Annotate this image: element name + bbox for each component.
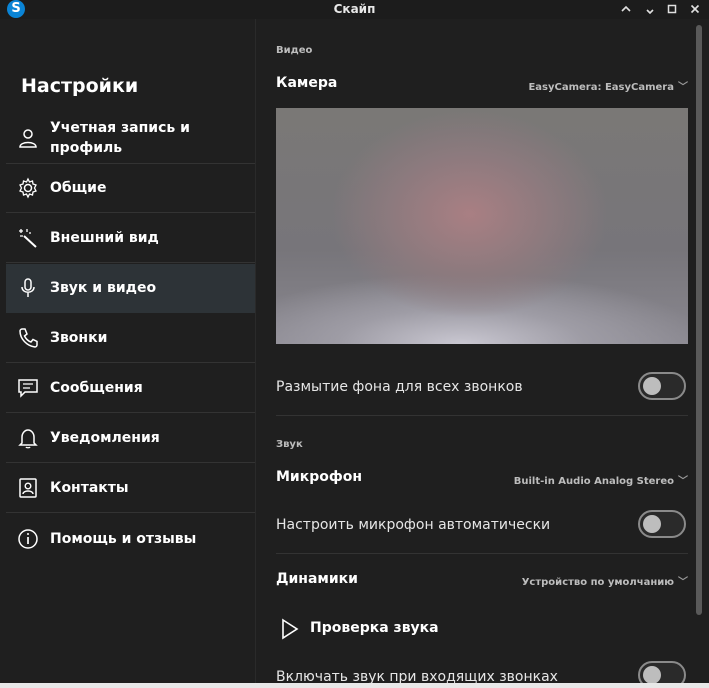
sidebar-item-calls[interactable]: Звонки [6,314,255,363]
camera-preview [276,108,688,344]
close-icon [690,4,700,14]
gear-icon [19,177,37,199]
skype-window: S Скайп Настройки Учетная запись и профи… [0,0,709,688]
background-window-strip [0,683,709,688]
camera-dropdown[interactable]: EasyCamera: EasyCamera ﹀ [528,78,688,93]
minimize-button[interactable] [615,0,637,19]
speakers-label: Динамики [276,571,358,587]
minimize-icon [646,9,654,15]
toggle-knob [643,666,661,684]
sidebar-item-label: Звонки [50,330,108,346]
sidebar-item-label: Общие [50,180,107,196]
speakers-dropdown[interactable]: Устройство по умолчанию ﹀ [522,573,688,588]
auto-mic-toggle[interactable] [638,510,686,538]
speakers-value: Устройство по умолчанию [521,577,674,588]
microphone-dropdown[interactable]: Built-in Audio Analog Stereo ﹀ [514,472,688,487]
settings-sidebar: Настройки Учетная запись и профиль Общие… [6,19,255,688]
sidebar-item-label: Внешний вид [50,230,159,246]
test-sound-label: Проверка звука [310,620,439,636]
blur-background-label: Размытие фона для всех звонков [276,379,523,395]
person-icon [19,129,37,148]
toggle-knob [643,515,661,533]
sidebar-item-general[interactable]: Общие [6,164,255,213]
play-icon [282,618,299,640]
bell-icon [18,429,38,449]
sidebar-item-label: Уведомления [50,430,160,446]
sidebar-item-appearance[interactable]: Внешний вид [6,214,255,263]
microphone-value: Built-in Audio Analog Stereo [513,476,674,487]
toggle-knob [643,377,661,395]
magic-wand-icon [19,229,37,248]
sidebar-item-notifications[interactable]: Уведомления [6,414,255,463]
sidebar-item-messages[interactable]: Сообщения [6,364,255,413]
camera-label: Камера [276,75,338,91]
sound-section-header: Звук [276,439,303,450]
sidebar-item-label: Учетная запись и профиль [50,120,190,156]
sidebar-item-label: Помощь и отзывы [50,530,197,547]
sidebar-item-audio-video[interactable]: Звук и видео [6,264,255,313]
chevron-down-icon: ﹀ [678,476,688,487]
test-sound-button[interactable]: Проверка звука [276,617,476,641]
sidebar-item-label: Сообщения [50,380,143,396]
camera-value: EasyCamera: EasyCamera [528,82,674,93]
sidebar-item-contacts[interactable]: Контакты [6,464,255,513]
contacts-icon [19,478,37,498]
window-title: Скайп [333,2,376,16]
maximize-icon [667,4,677,14]
divider [276,415,688,416]
chevron-down-icon: ﹀ [678,577,688,588]
blur-background-toggle[interactable] [638,372,686,400]
sidebar-item-label: Звук и видео [50,280,157,296]
microphone-icon [21,278,35,297]
sidebar-item-account[interactable]: Учетная запись и профиль [6,113,255,164]
sidebar-item-help[interactable]: Помощь и отзывы [6,514,255,563]
divider [276,553,688,554]
chevron-up-icon [621,5,631,12]
minimize-window-button[interactable] [639,0,661,19]
close-button[interactable] [684,0,706,19]
maximize-button[interactable] [661,0,683,19]
settings-title: Настройки [21,75,139,97]
audio-video-settings: Видео Камера EasyCamera: EasyCamera ﹀ Раз… [256,19,695,688]
microphone-label: Микрофон [276,469,363,485]
phone-icon [19,328,38,348]
video-section-header: Видео [276,45,313,56]
chevron-down-icon: ﹀ [678,82,688,93]
message-icon [18,379,38,398]
sidebar-item-label: Контакты [50,480,129,496]
title-bar: S Скайп [0,0,709,19]
scrollbar-thumb[interactable] [696,25,702,615]
scrollbar[interactable] [695,19,703,688]
auto-mic-label: Настроить микрофон автоматически [276,517,551,533]
info-icon [18,528,38,549]
